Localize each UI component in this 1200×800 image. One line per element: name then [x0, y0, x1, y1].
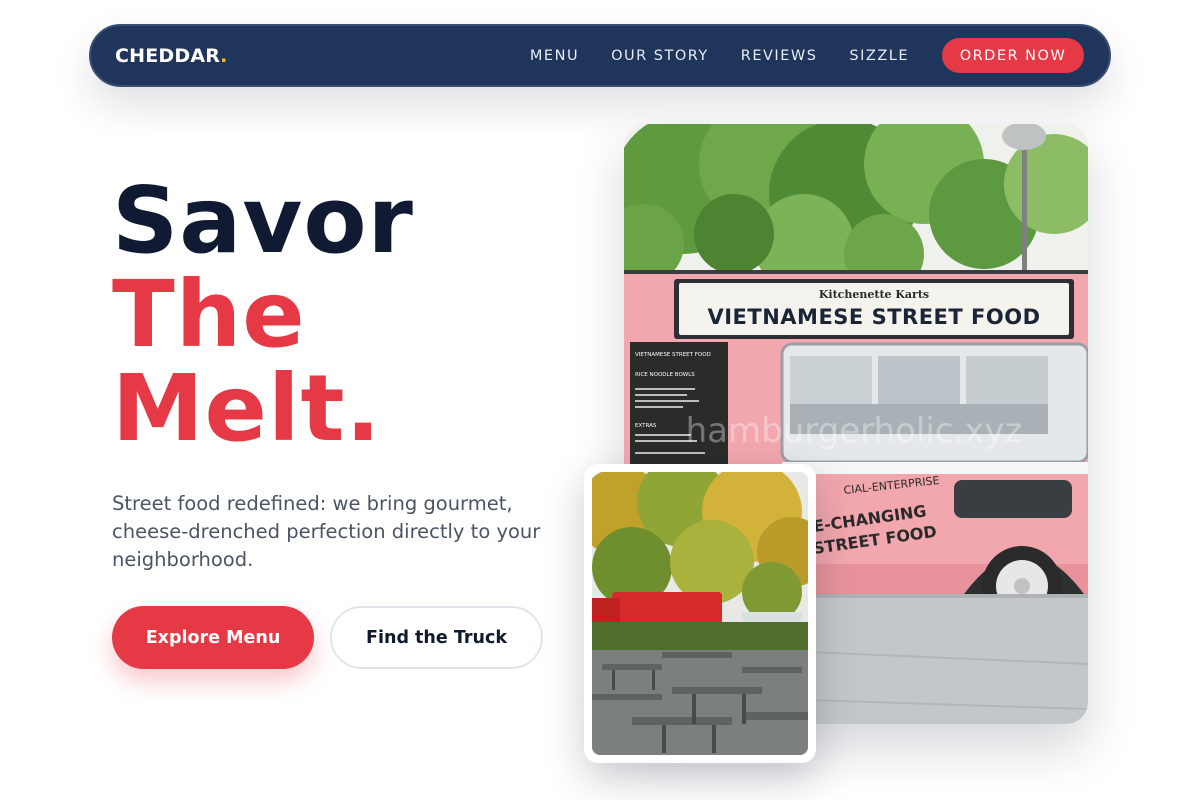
order-now-button[interactable]: ORDER NOW: [942, 38, 1084, 73]
headline-line-1: Savor: [112, 167, 414, 274]
nav-link-reviews[interactable]: REVIEWS: [741, 48, 818, 64]
headline-line-3: Melt.: [112, 355, 382, 462]
nav-link-our-story[interactable]: OUR STORY: [611, 48, 709, 64]
menu-board-section-2: EXTRAS: [635, 423, 657, 429]
watermark: hamburgerholic.xyz: [686, 411, 1023, 451]
landing-page: CHEDDAR. MENU OUR STORY REVIEWS SIZZLE O…: [0, 0, 1200, 800]
menu-board-title: VIETNAMESE STREET FOOD: [635, 352, 711, 358]
hero-headline: Savor The Melt.: [112, 174, 414, 456]
brand-dot: .: [220, 44, 228, 67]
top-navbar: CHEDDAR. MENU OUR STORY REVIEWS SIZZLE O…: [89, 24, 1111, 87]
nav-links: MENU OUR STORY REVIEWS SIZZLE ORDER NOW: [530, 38, 1084, 73]
nav-link-sizzle[interactable]: SIZZLE: [849, 48, 909, 64]
truck-sign-large: VIETNAMESE STREET FOOD: [707, 305, 1040, 329]
menu-board-section-1: RICE NOODLE BOWLS: [635, 372, 695, 378]
explore-menu-button[interactable]: Explore Menu: [112, 606, 314, 669]
nav-link-menu[interactable]: MENU: [530, 48, 579, 64]
brand-logo[interactable]: CHEDDAR.: [115, 45, 228, 67]
headline-line-2: The: [112, 261, 306, 368]
find-the-truck-button[interactable]: Find the Truck: [330, 606, 543, 669]
hero-subtext: Street food redefined: we bring gourmet,…: [112, 492, 541, 571]
truck-sign-small: Kitchenette Karts: [819, 288, 929, 301]
park-photo-card: [584, 464, 816, 763]
park-photo: [592, 472, 808, 755]
brand-name: CHEDDAR: [115, 44, 221, 67]
